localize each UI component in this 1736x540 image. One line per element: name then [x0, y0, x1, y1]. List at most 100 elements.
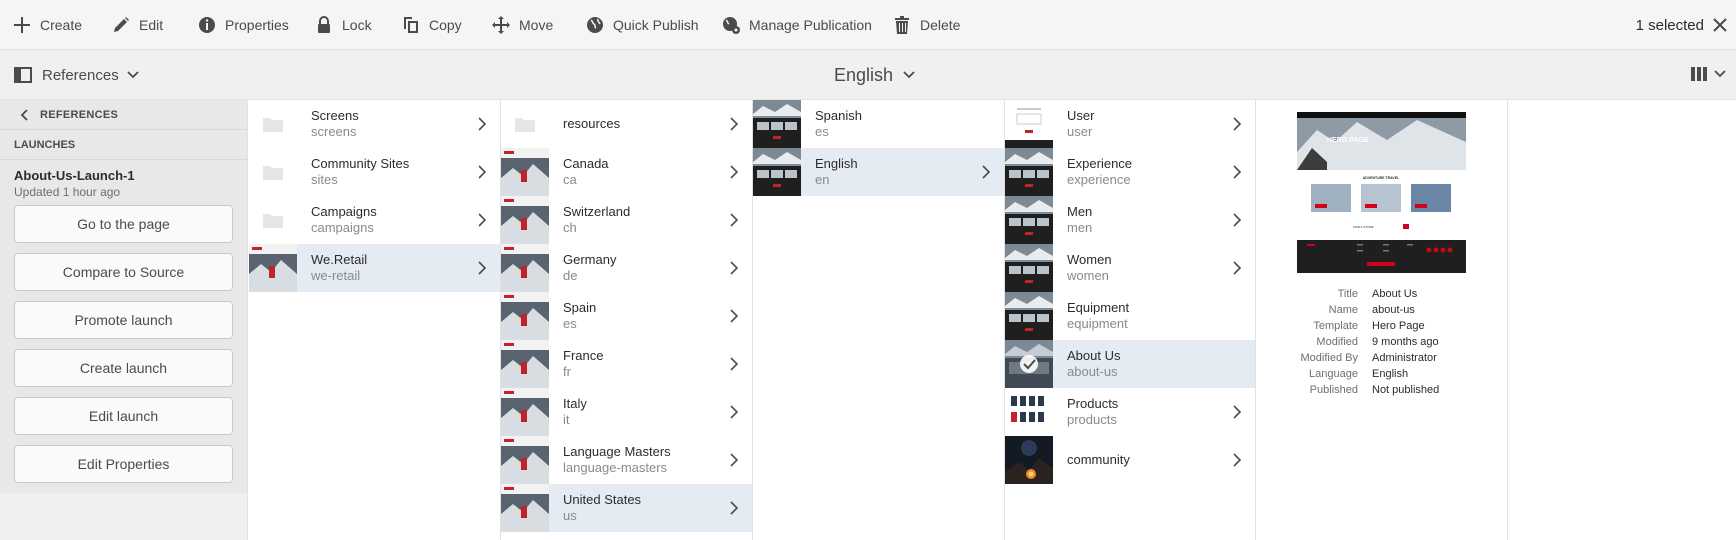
folder-icon — [249, 148, 297, 196]
compare-to-source-button[interactable]: Compare to Source — [14, 253, 233, 291]
copy-button[interactable]: Copy — [401, 0, 462, 50]
copy-icon — [404, 16, 418, 33]
create-label: Create — [40, 16, 83, 33]
properties-button[interactable]: Properties — [197, 0, 289, 50]
item-title: Italy — [563, 396, 587, 411]
item-title: France — [563, 348, 604, 363]
property-row: Modified 9 months ago — [1256, 336, 1508, 352]
list-item[interactable]: Spanish es — [753, 100, 1004, 148]
item-name: es — [563, 316, 577, 331]
manage-publication-button[interactable]: Manage Publication — [721, 0, 872, 50]
folder-icon — [249, 196, 297, 244]
item-title: United States — [563, 492, 642, 507]
list-item[interactable]: Campaigns campaigns — [249, 196, 500, 244]
lock-button[interactable]: Lock — [314, 0, 372, 50]
preview-cta-label: FIND A STORE — [1353, 225, 1374, 229]
item-title: About Us — [1067, 348, 1121, 363]
property-value: Hero Page — [1372, 320, 1425, 332]
move-label: Move — [519, 16, 554, 33]
list-item[interactable]: Screens screens — [249, 100, 500, 148]
back-to-references[interactable]: REFERENCES — [0, 100, 247, 130]
view-switcher[interactable] — [1690, 65, 1726, 83]
create-button[interactable]: Create — [12, 0, 82, 50]
language-switcher[interactable]: English — [834, 50, 915, 100]
chevron-right-icon — [730, 213, 738, 227]
property-row: Modified By Administrator — [1256, 352, 1508, 368]
column-view-icon — [1691, 67, 1707, 81]
property-value: English — [1372, 368, 1409, 380]
item-title: Screens — [311, 108, 359, 123]
list-item[interactable]: France fr — [501, 340, 752, 388]
page-thumbnail — [501, 292, 549, 340]
lock-icon — [318, 15, 330, 33]
item-name: user — [1067, 124, 1093, 139]
item-title: Germany — [563, 252, 617, 267]
rail-toggle[interactable]: References — [14, 50, 149, 100]
item-name: we-retail — [311, 268, 361, 283]
item-title: Equipment — [1067, 300, 1130, 315]
list-item[interactable]: Women women — [1005, 244, 1255, 292]
list-item[interactable]: We.Retail we-retail — [249, 244, 500, 292]
page-thumbnail — [1005, 196, 1053, 244]
chevron-right-icon — [982, 165, 990, 179]
details-panel: HERO PAGE ADVENTURE TRAVEL FIND A STORE … — [1256, 100, 1508, 540]
item-name: it — [563, 412, 570, 427]
item-title: Language Masters — [563, 444, 671, 459]
item-name: sites — [311, 172, 338, 187]
edit-button[interactable]: Edit — [111, 0, 163, 50]
checkmark-icon — [1020, 355, 1038, 373]
chevron-right-icon — [478, 165, 486, 179]
page-thumbnail — [501, 340, 549, 388]
edit-label: Edit — [139, 16, 164, 33]
page-thumbnail — [1005, 244, 1053, 292]
item-name: us — [563, 508, 577, 523]
list-item[interactable]: Products products — [1005, 388, 1255, 436]
chevron-right-icon — [478, 213, 486, 227]
property-row: Title About Us — [1256, 288, 1508, 304]
go-to-page-button[interactable]: Go to the page — [14, 205, 233, 243]
chevron-right-icon — [478, 261, 486, 275]
plus-icon — [14, 16, 30, 33]
list-item[interactable]: Experience experience — [1005, 148, 1255, 196]
edit-launch-button[interactable]: Edit launch — [14, 397, 233, 435]
quick-publish-label: Quick Publish — [613, 16, 699, 33]
chevron-right-icon — [730, 309, 738, 323]
close-icon[interactable] — [1710, 15, 1730, 35]
column-en: User user Experience experience Men men Wom… — [1005, 100, 1256, 540]
page-thumbnail — [1005, 436, 1053, 484]
promote-launch-button[interactable]: Promote launch — [14, 301, 233, 339]
list-item[interactable]: United States us — [501, 484, 752, 532]
list-item[interactable]: community — [1005, 436, 1255, 484]
move-button[interactable]: Move — [491, 0, 553, 50]
list-item[interactable]: Germany de — [501, 244, 752, 292]
list-item[interactable]: resources — [501, 100, 752, 148]
edit-properties-button[interactable]: Edit Properties — [14, 445, 233, 483]
list-item[interactable]: Equipment equipment — [1005, 292, 1255, 340]
item-name: fr — [563, 364, 571, 379]
language-label: English — [834, 64, 894, 85]
quick-publish-button[interactable]: Quick Publish — [585, 0, 699, 50]
list-item[interactable]: Spain es — [501, 292, 752, 340]
list-item[interactable]: About Us about-us — [1005, 340, 1255, 388]
item-title: User — [1067, 108, 1095, 123]
list-item[interactable]: English en — [753, 148, 1004, 196]
trash-icon — [895, 15, 909, 34]
property-row: Published Not published — [1256, 384, 1508, 400]
list-item[interactable]: Canada ca — [501, 148, 752, 196]
list-item[interactable]: User user — [1005, 100, 1255, 148]
move-icon — [492, 15, 510, 34]
create-launch-button[interactable]: Create launch — [14, 349, 233, 387]
list-item[interactable]: Men men — [1005, 196, 1255, 244]
delete-button[interactable]: Delete — [892, 0, 960, 50]
launches-heading: LAUNCHES — [0, 130, 247, 160]
property-row: Language English — [1256, 368, 1508, 384]
list-item[interactable]: Language Masters language-masters — [501, 436, 752, 484]
item-title: Men — [1067, 204, 1093, 219]
list-item[interactable]: Community Sites sites — [249, 148, 500, 196]
list-item[interactable]: Switzerland ch — [501, 196, 752, 244]
property-value: Administrator — [1372, 352, 1437, 364]
property-key: Template — [1313, 320, 1358, 332]
list-item[interactable]: Italy it — [501, 388, 752, 436]
item-title: Canada — [563, 156, 609, 171]
item-name: screens — [311, 124, 357, 139]
